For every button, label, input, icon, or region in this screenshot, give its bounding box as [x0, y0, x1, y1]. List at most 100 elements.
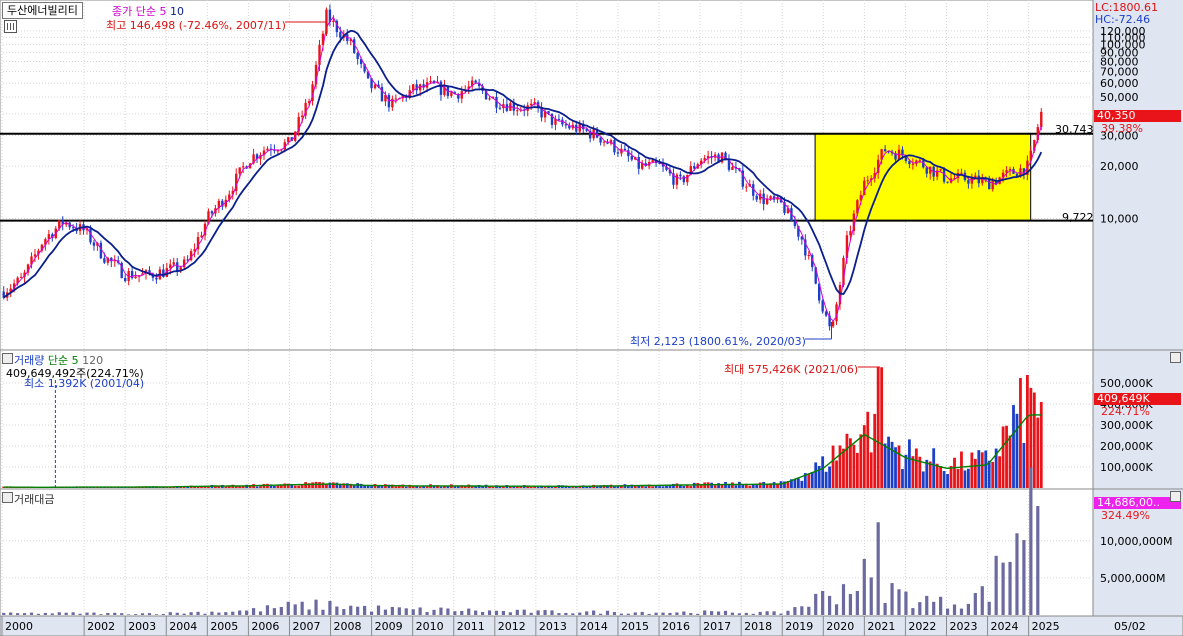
volume-bar — [328, 482, 332, 488]
volume-bar — [869, 452, 873, 488]
volume-bar — [678, 485, 682, 488]
volume-bar — [1008, 435, 1012, 488]
x-tick-label: 2018 — [744, 620, 772, 633]
amount-bar — [467, 608, 471, 615]
x-tick-label: 2008 — [334, 620, 362, 633]
volume-bar — [661, 486, 665, 488]
date-label: 05/02 — [1114, 620, 1146, 633]
amount-bar — [876, 522, 880, 615]
amount-bar — [585, 611, 589, 615]
volume-bar — [331, 482, 335, 488]
volume-panel-close[interactable] — [1170, 352, 1181, 363]
candle-body — [373, 84, 377, 89]
amount-bar — [439, 607, 443, 615]
amount-bar — [133, 614, 138, 615]
amount-bar — [939, 596, 943, 615]
candle-body — [807, 255, 810, 257]
annotation-markers — [54, 21, 880, 488]
amount-bar — [265, 605, 270, 615]
candle-body — [977, 175, 981, 184]
volume-bar — [1015, 413, 1019, 488]
volume-bar — [370, 486, 373, 488]
candle-body — [908, 160, 911, 165]
volume-bar — [321, 482, 325, 488]
amount-bar — [945, 608, 950, 615]
x-tick-label: 2007 — [292, 620, 320, 633]
volume-bar — [651, 486, 655, 488]
amount-bar — [390, 606, 394, 615]
amount-bar — [217, 612, 221, 615]
x-tick-label: 2014 — [580, 620, 608, 633]
volume-bar — [272, 485, 276, 488]
candle-body — [925, 167, 928, 174]
volume-bar — [224, 486, 228, 488]
volume-bar — [665, 485, 668, 488]
amount-bar — [710, 611, 714, 615]
volume-bar — [876, 367, 880, 488]
amount-bar — [154, 614, 159, 615]
volume-bar — [207, 486, 210, 488]
price-tick-label: 20,000 — [1100, 160, 1139, 173]
candle-body — [769, 196, 772, 199]
amount-bar — [668, 612, 672, 615]
candle-body — [488, 98, 491, 100]
candle-body — [623, 148, 627, 151]
volume-bar — [953, 457, 956, 488]
volume-bar — [793, 479, 797, 488]
volume-bar — [901, 469, 904, 488]
candle-body — [210, 211, 214, 214]
candle-body — [134, 276, 137, 279]
candle-body — [529, 103, 533, 106]
amount-bar — [22, 613, 27, 615]
volume-bar — [259, 486, 262, 488]
volume-bar — [290, 485, 294, 488]
x-tick-label: 2012 — [498, 620, 526, 633]
candle-body — [693, 166, 696, 169]
candle-body — [1040, 111, 1043, 128]
volume-bar — [727, 484, 731, 488]
volume-bar — [1025, 375, 1029, 488]
volume-bar — [914, 448, 918, 488]
volume-bar — [800, 480, 804, 488]
amount-bar — [918, 602, 922, 615]
candle-body — [849, 231, 852, 236]
x-tick-label: 2006 — [251, 620, 279, 633]
volume-bar — [897, 445, 901, 488]
price-tick-label: 10,000 — [1100, 213, 1139, 226]
amount-bar — [1022, 540, 1026, 615]
candle-body — [200, 235, 203, 238]
stock-name-box[interactable]: 두산에너빌리티 — [2, 2, 83, 19]
price-tick-label: 120,000 — [1100, 25, 1146, 38]
volume-bar — [935, 463, 939, 488]
volume-bar — [824, 471, 828, 488]
amount-bar — [404, 608, 408, 615]
amount-tick-label: 10,000,000M — [1100, 535, 1172, 548]
amount-panel-close[interactable] — [1170, 491, 1181, 502]
amount-bar — [855, 590, 859, 615]
amount-bar — [952, 604, 957, 615]
volume-panel-toggle[interactable] — [2, 353, 13, 364]
amount-bar — [994, 555, 998, 615]
amount-panel-toggle[interactable] — [2, 492, 13, 503]
amount-bar — [633, 612, 637, 615]
volume-bar — [717, 483, 720, 488]
volume-bar — [394, 486, 398, 488]
amount-bar — [321, 609, 325, 615]
volume-bar — [842, 448, 845, 488]
volume-bar — [845, 433, 849, 488]
amount-bar — [737, 613, 741, 615]
volume-bar — [234, 486, 238, 488]
low-annotation: 최저 2,123 (1800.61%, 2020/03) — [630, 335, 806, 348]
candle-body — [883, 149, 887, 152]
stock-name: 두산에너빌리티 — [7, 4, 78, 17]
amount-bar — [432, 609, 436, 615]
amount-bar — [293, 604, 297, 615]
panel-menu-icon[interactable] — [4, 20, 17, 33]
amount-bar — [127, 614, 131, 615]
volume-bar — [838, 445, 842, 488]
volume-bar — [529, 486, 533, 488]
volume-bar — [977, 450, 981, 488]
stock-chart[interactable]: 10,00020,00030,00040,00050,00060,00070,0… — [0, 0, 1183, 636]
amount-bar — [411, 609, 415, 615]
volume-tick-label: 100,000K — [1100, 461, 1153, 474]
